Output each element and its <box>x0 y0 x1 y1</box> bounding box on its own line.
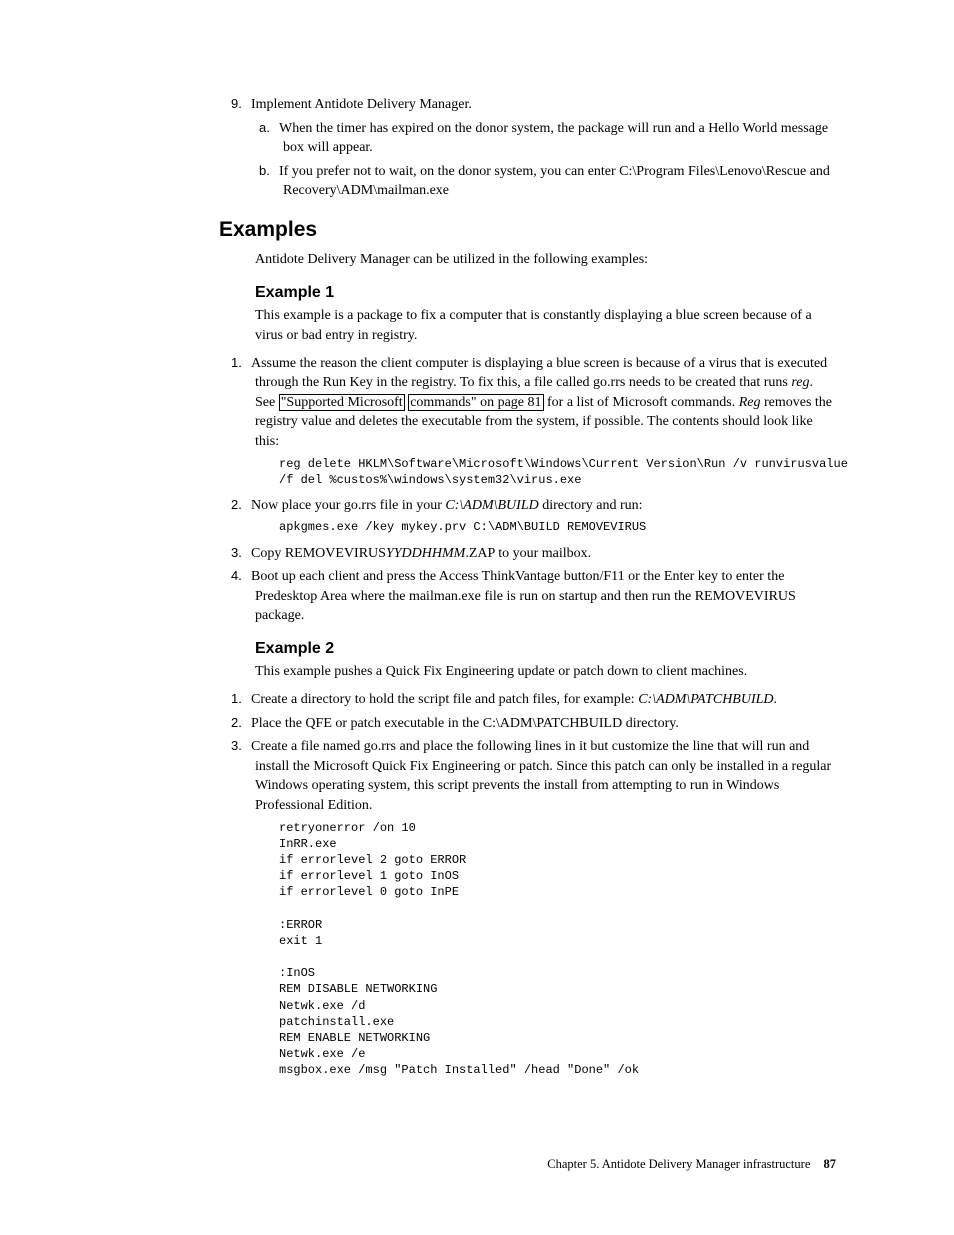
ex1-s1-reg: reg <box>791 375 809 390</box>
list-number: 2. <box>231 496 251 514</box>
ex2-s3-text: Create a file named go.rrs and place the… <box>251 739 831 813</box>
ex1-s1-t1: Assume the reason the client computer is… <box>251 356 827 391</box>
ex2-s1-path: C:\ADM\PATCHBUILD <box>638 692 773 707</box>
list-number: 2. <box>231 714 251 732</box>
example2-intro: This example pushes a Quick Fix Engineer… <box>255 662 834 682</box>
page-footer: Chapter 5. Antidote Delivery Manager inf… <box>547 1156 836 1174</box>
ex1-s1-t3: for a list of Microsoft commands. <box>544 395 739 410</box>
ex2-step1: 1.Create a directory to hold the script … <box>255 690 834 710</box>
step-9a: a.When the timer has expired on the dono… <box>283 119 834 158</box>
ex2-s1-t2: . <box>774 692 778 707</box>
list-number: 3. <box>231 544 251 562</box>
step-9-text: Implement Antidote Delivery Manager. <box>251 97 472 112</box>
step-9a-text: When the timer has expired on the donor … <box>279 121 828 156</box>
ex2-s2-text: Place the QFE or patch executable in the… <box>251 716 679 731</box>
examples-intro: Antidote Delivery Manager can be utilize… <box>255 250 834 270</box>
ex1-step4: 4.Boot up each client and press the Acce… <box>255 567 834 626</box>
list-number: 1. <box>231 354 251 372</box>
ex2-s3-code: retryonerror /on 10 InRR.exe if errorlev… <box>279 820 834 1079</box>
ex2-s1-t1: Create a directory to hold the script fi… <box>251 692 638 707</box>
example1-heading: Example 1 <box>255 282 834 304</box>
examples-heading: Examples <box>219 215 834 244</box>
ex1-step1: 1.Assume the reason the client computer … <box>255 354 834 452</box>
ex1-s2-path: C:\ADM\BUILD <box>445 498 538 513</box>
ex1-s1-reg2: Reg <box>739 395 761 410</box>
footer-page-number: 87 <box>824 1157 837 1171</box>
ex1-s3-yy: YYDDHHMM <box>386 546 465 561</box>
list-letter: b. <box>259 162 279 180</box>
ex1-s2-code: apkgmes.exe /key mykey.prv C:\ADM\BUILD … <box>279 519 834 535</box>
list-number: 4. <box>231 567 251 585</box>
step-9: 9.Implement Antidote Delivery Manager. <box>255 95 834 115</box>
ex1-step2: 2.Now place your go.rrs file in your C:\… <box>255 496 834 516</box>
ex2-step3: 3.Create a file named go.rrs and place t… <box>255 737 834 815</box>
footer-chapter: Chapter 5. Antidote Delivery Manager inf… <box>547 1157 810 1171</box>
ex1-s3-t2: .ZAP to your mailbox. <box>465 546 591 561</box>
page: 9.Implement Antidote Delivery Manager. a… <box>0 0 954 1235</box>
example2-heading: Example 2 <box>255 638 834 660</box>
list-letter: a. <box>259 119 279 137</box>
link-supported-ms-1[interactable]: "Supported Microsoft <box>279 394 405 411</box>
step-9b-text: If you prefer not to wait, on the donor … <box>279 164 830 199</box>
link-supported-ms-2[interactable]: commands" on page 81 <box>408 394 543 411</box>
ex1-s3-t1: Copy REMOVEVIRUS <box>251 546 386 561</box>
ex1-step3: 3.Copy REMOVEVIRUSYYDDHHMM.ZAP to your m… <box>255 544 834 564</box>
ex1-s2-t1: Now place your go.rrs file in your <box>251 498 445 513</box>
list-number: 1. <box>231 690 251 708</box>
example1-intro: This example is a package to fix a compu… <box>255 306 834 345</box>
ex1-s1-code: reg delete HKLM\Software\Microsoft\Windo… <box>279 456 834 488</box>
ex2-step2: 2.Place the QFE or patch executable in t… <box>255 714 834 734</box>
list-number: 3. <box>231 737 251 755</box>
list-number: 9. <box>231 95 251 113</box>
step-9b: b.If you prefer not to wait, on the dono… <box>283 162 834 201</box>
ex1-s4-text: Boot up each client and press the Access… <box>251 569 796 623</box>
ex1-s2-t2: directory and run: <box>539 498 643 513</box>
